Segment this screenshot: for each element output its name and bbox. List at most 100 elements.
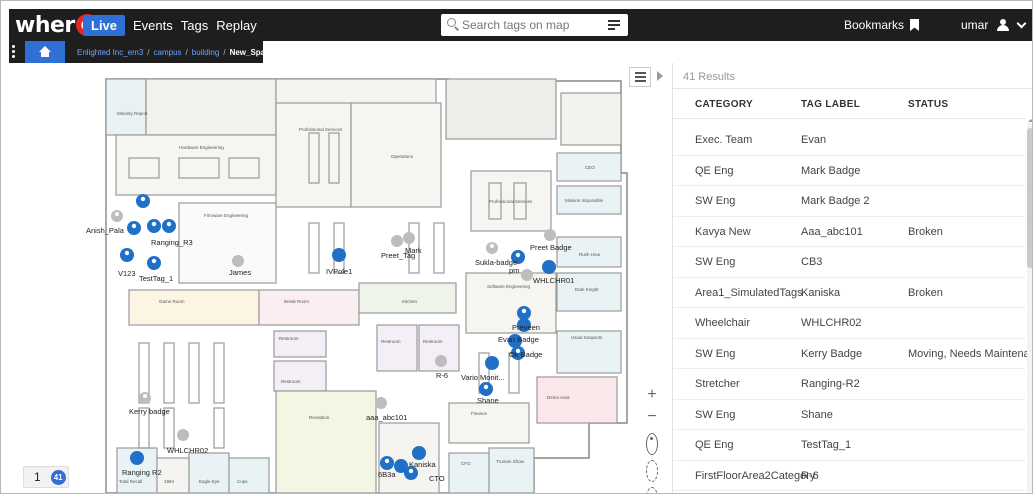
room-label: Demo Area <box>547 395 570 400</box>
results-panel: 41 Results CATEGORY TAG LABEL STATUS Exe… <box>672 63 1032 493</box>
table-row[interactable]: Wheelchair WHLCHR02 <box>673 308 1025 339</box>
tag-label: Preveen <box>512 323 540 332</box>
cell-tag-label: Kaniska <box>801 286 841 299</box>
tag-label: V123 <box>118 269 136 278</box>
cell-tag-label: Aaa_abc101 <box>801 225 863 238</box>
cell-tag-label: R-6 <box>801 469 819 482</box>
cell-category: SW Eng <box>695 347 736 360</box>
tag-count-badge: 41 <box>50 469 66 485</box>
cell-tag-label: Kerry Badge <box>801 347 863 360</box>
zoom-out-button[interactable]: − <box>641 406 663 428</box>
rotate-icon <box>646 460 658 482</box>
map-settings-icon[interactable] <box>629 67 651 87</box>
tag-label: Anish_Pala <box>86 226 125 235</box>
breadcrumb-item[interactable]: building <box>192 48 220 57</box>
scrollbar[interactable] <box>1027 123 1032 493</box>
table-row[interactable]: Exec. Team Evan <box>673 125 1025 156</box>
room-label: Hardware Engineering <box>179 145 224 150</box>
bookmarks-label: Bookmarks <box>844 18 905 32</box>
tag-label: 6B3a <box>378 470 396 479</box>
cell-category: QE Eng <box>695 439 734 451</box>
table-row[interactable]: QE Eng Mark Badge <box>673 156 1025 186</box>
room-label: Restroom <box>279 336 299 341</box>
scroll-up-icon[interactable] <box>1028 119 1032 122</box>
room-label: Usual Suspects <box>571 335 603 340</box>
cell-status: Moving, Needs Maintenance <box>908 347 1032 360</box>
zoom-in-button[interactable]: + <box>641 384 663 406</box>
cell-category: Area1_SimulatedTags <box>695 286 803 299</box>
rotate-button[interactable] <box>641 460 663 482</box>
tag-label: WHLCHR02 <box>167 446 208 455</box>
cell-category: Stretcher <box>695 378 740 390</box>
search-icon <box>446 17 462 33</box>
floor-selector[interactable]: 1 41 <box>23 466 69 488</box>
search-input[interactable] <box>462 18 592 32</box>
cell-category: Kavya New <box>695 225 751 238</box>
user-icon <box>996 19 1010 31</box>
nav-live[interactable]: Live <box>83 14 126 36</box>
scrollbar-thumb[interactable] <box>1027 128 1032 268</box>
panel-toggle-icon[interactable] <box>657 71 663 81</box>
column-header-status[interactable]: STATUS <box>908 99 948 110</box>
room-label: Professional Services <box>489 199 533 204</box>
table-row[interactable]: SW Eng Kerry Badge Moving, Needs Maintenan… <box>673 339 1032 369</box>
cell-tag-label: Mark Badge <box>801 164 861 177</box>
cell-category: SW Eng <box>695 195 736 207</box>
reset-rotation-button[interactable] <box>641 487 663 493</box>
tag-label: Kerry badge <box>129 407 170 416</box>
room-label: Mission Impossible <box>565 198 604 203</box>
tag-label: Kaniska <box>409 460 437 469</box>
room-label: Software Engineering <box>487 284 531 289</box>
home-icon <box>39 46 51 57</box>
room-label: Restroom <box>281 379 301 384</box>
floor-map[interactable]: Minority Report Hardware Engineering Pro… <box>9 63 669 493</box>
user-menu[interactable]: umar <box>961 9 1027 41</box>
room-label: CEO <box>585 165 595 170</box>
user-name: umar <box>961 18 989 32</box>
nav-replay[interactable]: Replay <box>216 18 264 33</box>
room-label: Reception <box>309 415 330 420</box>
table-row[interactable]: Kavya New Aaa_abc101 Broken <box>673 217 1025 247</box>
tag-label: Ranging_R3 <box>151 238 193 247</box>
home-button[interactable] <box>25 41 65 63</box>
cell-category: Exec. Team <box>695 134 753 146</box>
table-row[interactable]: Area1_SimulatedTags Kaniska Broken <box>673 278 1025 308</box>
room-label: Dark Knight <box>575 287 599 292</box>
floor-plan: Minority Report Hardware Engineering Pro… <box>86 78 628 493</box>
room-label: CFO <box>461 461 471 466</box>
breadcrumb-item[interactable]: campus <box>154 48 182 57</box>
bookmarks-button[interactable]: Bookmarks <box>844 9 920 41</box>
tag-label: CTO <box>429 474 445 483</box>
tag-label: TestTag_1 <box>139 274 173 283</box>
nav-events[interactable]: Events <box>133 18 181 33</box>
cell-category: FirstFloorArea2Category <box>695 469 816 482</box>
breadcrumb-item[interactable]: Enlighted Inc_em3 <box>77 48 143 57</box>
column-header-tag-label[interactable]: TAG LABEL <box>801 99 860 110</box>
room-label: Minority Report <box>117 111 148 116</box>
table-row[interactable]: Stretcher Ranging-R2 <box>673 369 1025 400</box>
room-label: Finance <box>471 411 488 416</box>
table-row[interactable]: FirstFloorArea2Category R-6 <box>673 461 1025 491</box>
table-row[interactable]: SW Eng Mark Badge 2 <box>673 186 1025 217</box>
cell-tag-label: CB3 <box>801 256 823 268</box>
search-box <box>441 14 628 36</box>
recenter-button[interactable] <box>641 433 663 455</box>
kebab-menu-icon[interactable] <box>12 45 16 59</box>
room-label: Rush Hour <box>579 252 601 257</box>
filter-add-icon[interactable] <box>608 18 622 32</box>
tag-label: aaa_abc101 <box>366 413 407 422</box>
cell-category: QE Eng <box>695 164 734 177</box>
table-row[interactable]: SW Eng Shane <box>673 400 1025 430</box>
room-label: Firmware Engineering <box>204 213 249 218</box>
breadcrumb: Enlighted Inc_em3/ campus / building / New… <box>77 47 275 57</box>
room-label: Eagle Eye <box>199 479 220 484</box>
chevron-down-icon <box>1016 18 1027 29</box>
divider <box>673 88 1032 89</box>
table-row[interactable]: SW Eng CB3 <box>673 247 1025 278</box>
nav-tags[interactable]: Tags <box>181 18 216 33</box>
table-row[interactable]: QE Eng TestTag_1 <box>673 430 1025 461</box>
room-label: Professional Services <box>299 127 343 132</box>
tag-label: Ok Badge <box>509 350 542 359</box>
column-header-category[interactable]: CATEGORY <box>695 99 753 110</box>
tag-label: Vario Monit... <box>461 373 505 382</box>
